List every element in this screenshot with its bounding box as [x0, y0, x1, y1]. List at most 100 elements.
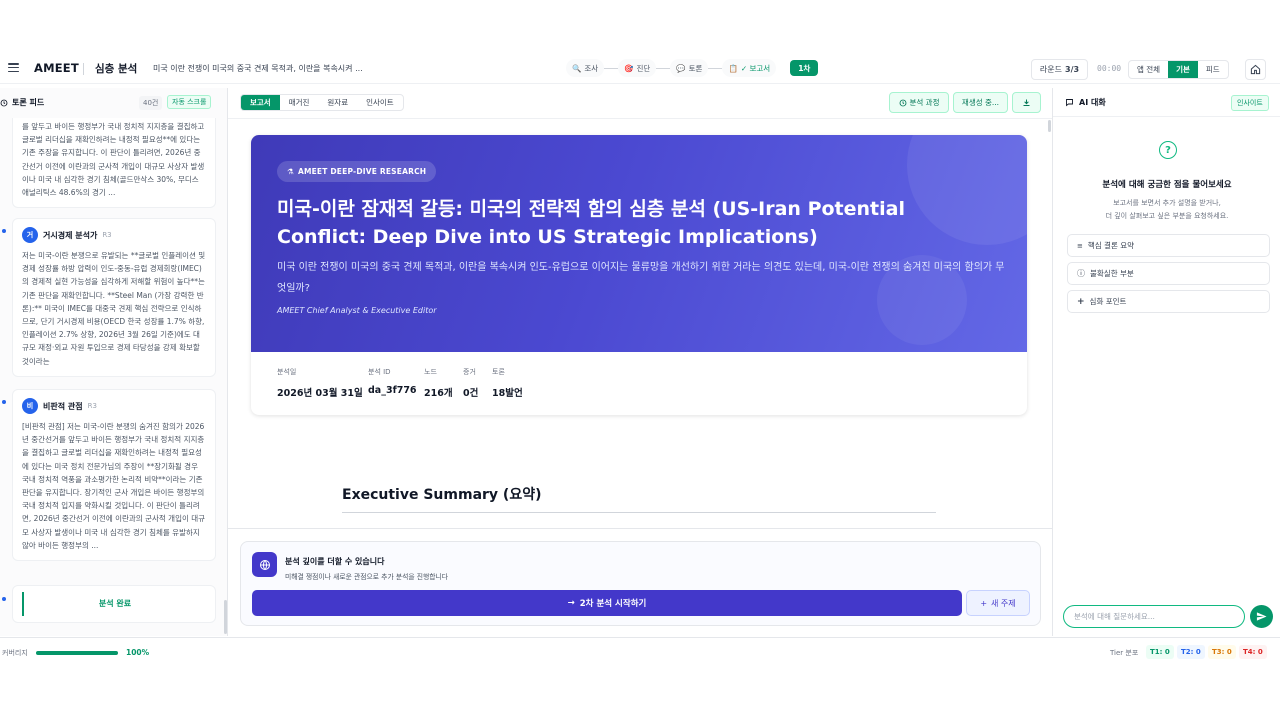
step-connector [604, 67, 619, 69]
debate-feed-panel: 토론 피드 40건 자동 스크롤 를 앞두고 바이든 행정부가 국내 정치적 지… [0, 88, 228, 636]
round-indicator: 라운드 3/3 [1031, 59, 1088, 80]
research-badge: ⚗ AMEET DEEP-DIVE RESEARCH [277, 161, 437, 182]
target-icon: 🎯 [624, 63, 634, 73]
coverage-bar [36, 651, 118, 655]
avatar: 비 [22, 398, 38, 414]
arrow-right-icon: → [567, 598, 575, 608]
quick-summary-button[interactable]: ≡ 핵심 결론 요약 [1067, 234, 1270, 257]
report-tabs: 보고서 매거진 원자료 인사이트 [240, 94, 404, 111]
report-title: 미국-이란 잠재적 갈등: 미국의 전략적 함의 심층 분석 (US-Iran … [277, 198, 905, 248]
feed-card[interactable]: 비 비판적 관점 R3 [비판적 관점] 저는 미국-이란 분쟁의 숨겨진 함의… [12, 389, 216, 562]
chat-empty-subtitle: 보고서를 보면서 추가 설명을 받거나, 더 깊이 살펴보고 싶은 부분을 요청… [1105, 199, 1229, 220]
tier-label: Tier 분포 [1110, 649, 1139, 657]
meta-analysis-id: 분석 ID da_3f776 [368, 368, 417, 396]
ai-chat-title: AI 대화 [1065, 97, 1106, 108]
meta-evidence: 증거 0건 [463, 368, 479, 399]
start-second-analysis-button[interactable]: → 2차 분석 시작하기 [252, 590, 962, 616]
round-chip[interactable]: 1차 [790, 60, 819, 76]
home-button[interactable] [1245, 59, 1266, 80]
chat-empty-title: 분석에 대해 궁금한 점을 물어보세요 [1102, 180, 1232, 190]
quick-deepdive-button[interactable]: + 심화 포인트 [1067, 290, 1270, 313]
menu-icon[interactable] [8, 63, 19, 72]
regenerate-button[interactable]: 재생성 중... [953, 92, 1008, 113]
page-title: 심층 분석 [95, 63, 138, 75]
flask-icon: ⚗ [287, 167, 294, 176]
analysis-question: 미국 이란 전쟁이 미국의 중국 견제 목적과, 이란을 복속시켜 ... [153, 64, 363, 73]
tab-magazine[interactable]: 매거진 [280, 95, 319, 110]
round-badge: R3 [87, 402, 97, 410]
download-button[interactable] [1012, 92, 1041, 113]
tier-badge-t3: T3: 0 [1208, 645, 1236, 659]
round-badge: R3 [102, 231, 112, 239]
chat-input[interactable]: 분석에 대해 질문하세요... [1063, 605, 1245, 628]
analysis-complete-card: 분석 완료 [12, 585, 216, 623]
view-app-full[interactable]: 앱 전체 [1129, 61, 1168, 78]
send-icon [1256, 612, 1267, 621]
timer: 00:00 [1097, 64, 1122, 73]
step-research[interactable]: 🔍 조사 [566, 59, 605, 77]
analysis-complete-label: 분석 완료 [98, 599, 132, 608]
tier-badge-t2: T2: 0 [1177, 645, 1205, 659]
feed-title: 토론 피드 [0, 97, 44, 108]
new-topic-button[interactable]: + 새 주제 [966, 590, 1030, 616]
meta-nodes: 노드 216개 [424, 368, 453, 399]
feed-card[interactable]: 를 앞두고 바이든 행정부가 국내 정치적 지지층을 결집하고 글로벌 리더십을… [12, 118, 216, 209]
report-cover-card: ⚗ AMEET DEEP-DIVE RESEARCH 미국-이란 잠재적 갈등:… [251, 135, 1027, 415]
status-footer: 커버리지 100% Tier 분포 T1: 0 T2: 0 T3: 0 T4: … [0, 637, 1280, 667]
home-icon [1250, 64, 1261, 75]
feed-scrollbar[interactable] [224, 600, 227, 634]
quick-uncertain-button[interactable]: ⓘ 불확실한 부분 [1067, 262, 1270, 285]
deep-analysis-box: 분석 깊이를 더할 수 있습니다 미해결 쟁점이나 새로운 관점으로 추가 분석… [240, 541, 1041, 626]
step-report[interactable]: 📋 ✓ 보고서 [722, 59, 777, 77]
feed-card-text: [비판적 관점] 저는 미국-이란 분쟁의 숨겨진 함의가 2026년 중간선거… [22, 422, 206, 550]
report-scrollbar[interactable] [1048, 120, 1051, 132]
plus-icon: + [980, 598, 988, 608]
section-title: Executive Summary (요약) [342, 487, 542, 503]
analysis-process-button[interactable]: 분석 과정 [889, 92, 949, 113]
clock-icon [0, 99, 8, 106]
step-diagnosis[interactable]: 🎯 진단 [618, 59, 657, 77]
divider [228, 528, 1052, 529]
feed-count: 40건 [139, 96, 163, 110]
view-basic[interactable]: 기본 [1168, 61, 1198, 78]
report-question: 미국 이란 전쟁이 미국의 중국 견제 목적과, 이란을 복속시켜 인도-유럽으… [277, 262, 1005, 294]
section-underline [342, 512, 936, 513]
feed-card-text: 저는 미국-이란 분쟁으로 유발되는 **글로벌 인플레이션 및 경제 성장률 … [22, 251, 206, 366]
clipboard-icon: 📋 [728, 63, 738, 73]
info-icon: ⓘ [1077, 269, 1085, 278]
tier-badge-t1: T1: 0 [1146, 645, 1174, 659]
top-header: AMEET 심층 분석 미국 이란 전쟁이 미국의 중국 견제 목적과, 이란을… [0, 55, 1280, 84]
step-connector [708, 67, 723, 69]
coverage-label: 커버리지 [2, 649, 28, 657]
tab-raw-data[interactable]: 원자료 [318, 95, 357, 110]
tab-insight[interactable]: 인사이트 [357, 95, 403, 110]
step-debate[interactable]: 💬 토론 [670, 59, 709, 77]
chat-icon [1066, 99, 1073, 107]
coverage-fill [36, 651, 118, 655]
divider [1053, 116, 1280, 117]
tab-report[interactable]: 보고서 [241, 95, 280, 110]
feed-card[interactable]: 거 거시경제 분석가 R3 저는 미국-이란 분쟁으로 유발되는 **글로벌 인… [12, 218, 216, 377]
meta-debate: 토론 18발언 [492, 368, 523, 399]
auto-scroll-toggle[interactable]: 자동 스크롤 [167, 95, 212, 109]
tier-badge-t4: T4: 0 [1239, 645, 1267, 659]
brand-logo[interactable]: AMEET [34, 61, 79, 75]
progress-stepper: 🔍 조사 🎯 진단 💬 토론 📋 ✓ 보고서 1차 [566, 59, 819, 77]
timeline-dot [2, 400, 6, 404]
send-button[interactable] [1250, 605, 1273, 628]
ai-chat-panel: AI 대화 인사이트 ? 분석에 대해 궁금한 점을 물어보세요 보고서를 보면… [1052, 88, 1280, 636]
view-feed[interactable]: 피드 [1198, 61, 1228, 78]
search-icon: 🔍 [572, 63, 582, 73]
clock-icon [899, 99, 906, 106]
insight-badge[interactable]: 인사이트 [1231, 95, 1269, 111]
globe-icon [252, 552, 277, 577]
meta-date: 분석일 2026년 03월 31일 [277, 368, 363, 399]
divider [83, 63, 84, 75]
timeline-dot [2, 597, 6, 601]
coverage-value: 100% [126, 648, 150, 657]
deep-analysis-title: 분석 깊이를 더할 수 있습니다 [285, 557, 385, 566]
report-hero: ⚗ AMEET DEEP-DIVE RESEARCH 미국-이란 잠재적 갈등:… [251, 135, 1027, 352]
report-author: AMEET Chief Analyst & Executive Editor [277, 306, 437, 315]
speaker-name: 비판적 관점 [43, 401, 83, 411]
list-icon: ≡ [1077, 241, 1083, 250]
